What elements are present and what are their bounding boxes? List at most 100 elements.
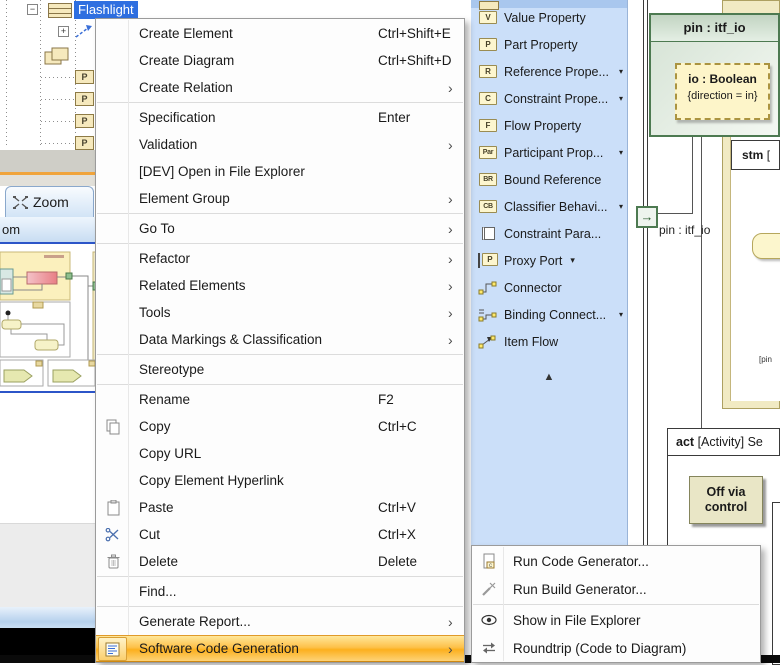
submenu-arrow-icon: › (448, 251, 460, 267)
submenu-arrow-icon: › (448, 305, 460, 321)
io-value-property-shape[interactable]: io : Boolean {direction = in} (675, 63, 770, 120)
code-generation-submenu: c Run Code Generator... Run Build Genera… (471, 545, 761, 663)
empty-panel-area (0, 523, 96, 607)
submenu-arrow-icon: › (448, 80, 460, 96)
port-connector-line (657, 213, 693, 214)
tree-guide-line (41, 77, 74, 78)
palette-item-proxy-port[interactable]: P Proxy Port ▾ (471, 247, 627, 274)
eye-icon (477, 613, 501, 627)
menu-item-create-diagram[interactable]: Create Diagram Ctrl+Shift+D (96, 47, 464, 74)
tree-item-flashlight[interactable]: Flashlight (74, 1, 138, 19)
part-property-icon[interactable]: P (75, 114, 94, 128)
port-connector-line (692, 137, 693, 214)
menu-item-data-markings-classification[interactable]: Data Markings & Classification › (96, 326, 464, 353)
build-generator-icon (477, 581, 501, 597)
dropdown-arrow-icon[interactable]: ▾ (619, 202, 623, 211)
palette-item-binding-connector[interactable]: Binding Connect... ▾ (471, 301, 627, 328)
submenu-item-show-in-file-explorer[interactable]: Show in File Explorer (472, 606, 760, 634)
menu-item-paste[interactable]: Paste Ctrl+V (96, 494, 464, 521)
context-menu: Create Element Ctrl+Shift+E Create Diagr… (95, 18, 465, 663)
tree-guide-line (6, 0, 7, 148)
tree-guide-line (41, 143, 74, 144)
dropdown-arrow-icon[interactable]: ▾ (570, 255, 575, 266)
connector-icon (478, 280, 498, 295)
roundtrip-icon (477, 641, 501, 655)
palette-item-value-property[interactable]: V Value Property (471, 4, 627, 31)
menu-item-dev-open-in-file-explorer[interactable]: [DEV] Open in File Explorer (96, 158, 464, 185)
proxy-port-shape[interactable]: → (636, 206, 658, 228)
menu-item-copy-url[interactable]: Copy URL (96, 440, 464, 467)
state-shape[interactable] (752, 233, 780, 259)
submenu-item-run-build-generator[interactable]: Run Build Generator... (472, 575, 760, 603)
collapse-toggle[interactable]: − (27, 4, 38, 15)
menu-separator (97, 243, 463, 244)
menu-item-delete[interactable]: Delete Delete (96, 548, 464, 575)
menu-item-element-group[interactable]: Element Group › (96, 185, 464, 212)
menu-item-find[interactable]: Find... (96, 578, 464, 605)
stm-partial-label: [pin (759, 355, 772, 364)
submenu-item-run-code-generator[interactable]: c Run Code Generator... (472, 547, 760, 575)
menu-item-validation[interactable]: Validation › (96, 131, 464, 158)
palette-item-item-flow[interactable]: Item Flow (471, 328, 627, 355)
palette-item-reference-property[interactable]: R Reference Prope... ▾ (471, 58, 627, 85)
svg-text:c: c (489, 563, 492, 569)
menu-item-software-code-generation[interactable]: Software Code Generation › (96, 635, 464, 662)
part-property-icon[interactable]: P (75, 70, 94, 84)
panel-splitter[interactable] (0, 150, 96, 186)
palette-item-part-property[interactable]: P Part Property (471, 31, 627, 58)
cut-icon (101, 528, 125, 542)
tree-guide-line (40, 0, 41, 148)
submenu-item-roundtrip-code-to-diagram[interactable]: Roundtrip (Code to Diagram) (472, 634, 760, 662)
stm-frame-header: stm [ (731, 140, 780, 170)
menu-item-stereotype[interactable]: Stereotype (96, 356, 464, 383)
menu-item-related-elements[interactable]: Related Elements › (96, 272, 464, 299)
palette-item-connector[interactable]: Connector (471, 274, 627, 301)
menu-item-go-to[interactable]: Go To › (96, 215, 464, 242)
binding-connector-icon (478, 307, 498, 322)
classifier-behavior-icon: CB (479, 200, 497, 213)
palette-item-bound-reference[interactable]: BR Bound Reference (471, 166, 627, 193)
zoom-preview-thumbnail[interactable] (0, 246, 96, 393)
dropdown-arrow-icon[interactable]: ▾ (619, 310, 623, 319)
menu-item-refactor[interactable]: Refactor › (96, 245, 464, 272)
palette-item-constraint-parameter[interactable]: Constraint Para... (471, 220, 627, 247)
code-generator-icon: c (477, 553, 501, 570)
menu-separator (97, 606, 463, 607)
tab-zoom[interactable]: Zoom (5, 186, 94, 217)
palette-item-classifier-behavior[interactable]: CB Classifier Behavi... ▾ (471, 193, 627, 220)
menu-item-create-relation[interactable]: Create Relation › (96, 74, 464, 101)
menu-item-copy[interactable]: Copy Ctrl+C (96, 413, 464, 440)
menu-separator (473, 604, 759, 605)
submenu-arrow-icon: › (448, 221, 460, 237)
palette-item-participant-property[interactable]: Par Participant Prop... ▾ (471, 139, 627, 166)
menu-item-cut[interactable]: Cut Ctrl+X (96, 521, 464, 548)
dropdown-arrow-icon[interactable]: ▾ (619, 94, 623, 103)
submenu-arrow-icon: › (448, 332, 460, 348)
palette-scroll-up-arrow[interactable]: ▲ (471, 371, 627, 383)
dropdown-arrow-icon[interactable]: ▾ (619, 67, 623, 76)
io-property-label: io : Boolean (677, 72, 768, 86)
dependency-arrow-icon (74, 24, 94, 39)
dropdown-arrow-icon[interactable]: ▾ (619, 148, 623, 157)
menu-item-copy-element-hyperlink[interactable]: Copy Element Hyperlink (96, 467, 464, 494)
part-property-icon[interactable]: P (75, 136, 94, 150)
submenu-arrow-icon: › (448, 191, 460, 207)
menu-item-specification[interactable]: Specification Enter (96, 104, 464, 131)
submenu-arrow-icon: › (448, 614, 460, 630)
activity-frame-header: act [Activity] Se (667, 428, 780, 456)
copy-icon (101, 419, 125, 435)
part-property-icon[interactable]: P (75, 92, 94, 106)
pin-part-title: pin : itf_io (651, 15, 778, 42)
menu-item-create-element[interactable]: Create Element Ctrl+Shift+E (96, 20, 464, 47)
palette-item-flow-property[interactable]: F Flow Property (471, 112, 627, 139)
zoom-panel-header: om (0, 217, 96, 244)
menu-item-rename[interactable]: Rename F2 (96, 386, 464, 413)
palette-item-constraint-property[interactable]: C Constraint Prope... ▾ (471, 85, 627, 112)
part-boundary-line (643, 0, 644, 546)
menu-item-tools[interactable]: Tools › (96, 299, 464, 326)
part-boundary-line (647, 0, 648, 546)
expand-toggle[interactable]: + (58, 26, 69, 37)
io-direction-constraint: {direction = in} (677, 90, 768, 102)
off-via-control-action[interactable]: Off via control (689, 476, 763, 524)
menu-item-generate-report[interactable]: Generate Report... › (96, 608, 464, 635)
